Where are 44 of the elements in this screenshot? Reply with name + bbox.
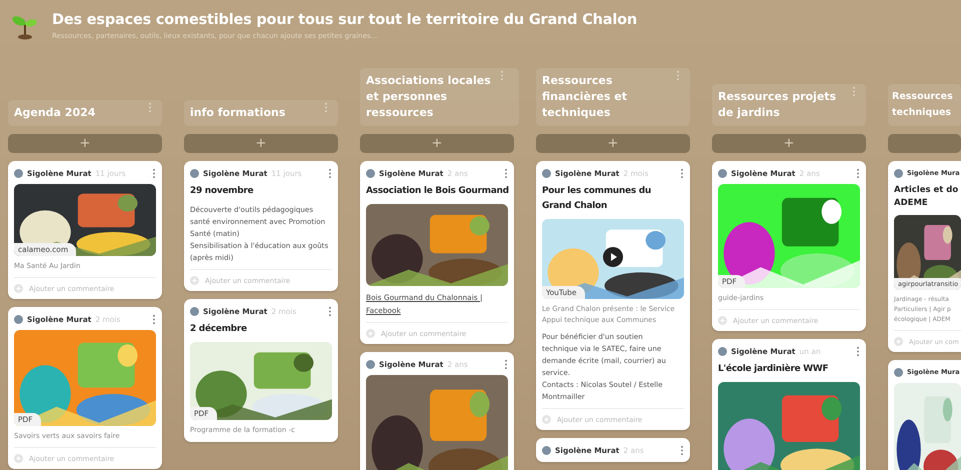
column-title: Ressources projets de jardins — [712, 84, 866, 126]
post-title: L'école jardinière WWF — [718, 362, 830, 376]
avatar — [190, 306, 199, 316]
avatar — [190, 168, 199, 178]
more-icon[interactable] — [680, 444, 684, 456]
more-icon[interactable] — [328, 168, 332, 178]
more-icon[interactable] — [856, 168, 860, 178]
more-icon[interactable] — [680, 168, 684, 178]
column-title: Ressources techniques — [888, 84, 961, 126]
column-title: Agenda 2024 — [8, 100, 162, 126]
avatar — [366, 360, 375, 368]
post-card[interactable] — [536, 161, 690, 430]
avatar — [366, 168, 375, 178]
avatar — [718, 168, 727, 178]
board-title: Des espaces comestibles pour tous sur tout le territoire du Grand Chalon — [52, 12, 638, 28]
add-icon — [366, 329, 375, 338]
add-icon — [190, 276, 199, 285]
add-icon — [542, 415, 551, 424]
post-title: Articles et do ADEME — [894, 184, 960, 210]
column-title: info formations — [184, 100, 338, 126]
post-title: Pour les communes du Grand Chalon — [542, 185, 652, 213]
post-title: Association le Bois Gourmand — [366, 185, 508, 198]
avatar — [542, 168, 551, 178]
post-title: 29 novembre — [190, 185, 254, 198]
column-title: Associations locales et personnes ressources — [360, 68, 519, 126]
more-icon[interactable] — [152, 168, 156, 178]
add-icon — [894, 337, 903, 346]
avatar — [894, 168, 903, 178]
more-icon[interactable] — [504, 358, 508, 370]
avatar — [14, 314, 23, 324]
post-title: 2 décembre — [190, 322, 248, 336]
column-title: Ressources financières et techniques — [536, 68, 690, 126]
add-icon — [14, 454, 23, 463]
more-icon[interactable] — [856, 346, 860, 356]
add-icon — [14, 284, 23, 293]
avatar — [14, 168, 23, 178]
play-icon[interactable] — [603, 247, 623, 267]
avatar — [894, 368, 903, 376]
more-icon[interactable] — [152, 314, 156, 324]
avatar — [542, 446, 551, 454]
more-icon[interactable] — [504, 168, 508, 178]
avatar — [718, 346, 727, 356]
add-icon — [718, 316, 727, 325]
more-icon[interactable] — [328, 306, 332, 316]
